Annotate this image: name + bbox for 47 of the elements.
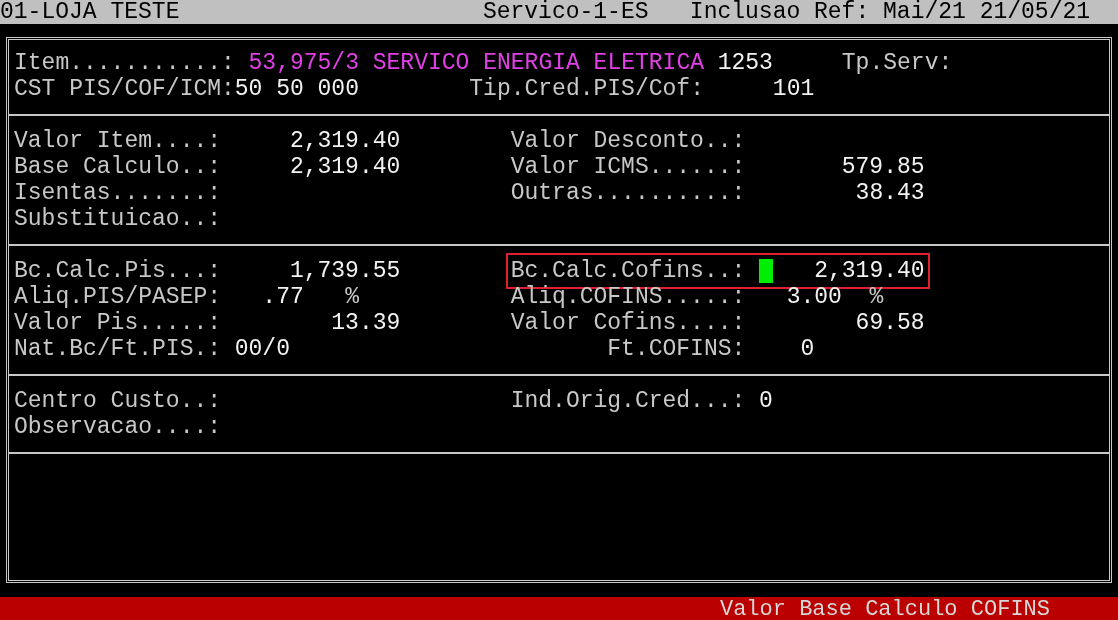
field-value: .77 [262,284,304,310]
unit-label: % [869,284,884,310]
field-label: Ft.COFINS: [607,336,746,362]
mode-label: Inclusao [689,0,801,24]
item-code: 1253 [717,50,773,76]
field-label: Aliq.PIS/PASEP: [14,284,221,310]
field-label: Base Calculo..: [14,154,221,180]
field-value: 00/0 [234,336,290,362]
field-label: Valor Item....: [14,128,221,154]
field-value: 13.39 [331,310,401,336]
unit-label: % [345,284,359,310]
field-label: Bc.Calc.Pis...: [14,258,221,284]
field-value: 1,739.55 [289,258,401,284]
text-cursor [759,259,773,283]
field-value: 2,319.40 [289,128,401,154]
field-label: Bc.Calc.Cofins..: [510,258,746,284]
field-label: Isentas.......: [14,180,221,206]
field-label: Aliq.COFINS.....: [510,284,746,310]
field-label: Valor Pis.....: [14,310,221,336]
field-value: 3.00 [786,284,842,310]
item-description: 53,975/3 SERVICO ENERGIA ELETRICA [248,50,705,76]
status-message: Valor Base Calculo COFINS [719,597,1050,620]
field-value: 38.43 [855,180,925,206]
field-label: Observacao....: [14,414,221,440]
field-label: Valor ICMS......: [510,154,746,180]
field-value: 0 [800,336,815,362]
company-name: 01-LOJA TESTE [0,0,180,24]
field-label: Outras..........: [510,180,746,206]
field-value: 0 [759,388,773,414]
screen-name: Servico-1-ES [482,0,649,24]
field-value: 50 50 000 [234,76,359,102]
field-label: Valor Cofins....: [510,310,746,336]
field-label: Valor Desconto..: [510,128,746,154]
field-label: Substituicao..: [14,206,221,232]
reference-date: Ref: Mai/21 21/05/21 [814,0,1090,24]
field-value: 69.58 [855,310,925,336]
field-value: 579.85 [841,154,925,180]
field-label: Item...........: [14,50,235,76]
field-label: Tp.Serv: [841,50,953,76]
field-label: CST PIS/COF/ICM: [14,76,235,102]
input-field[interactable]: 2,319.40 [814,258,925,284]
field-label: Nat.Bc/Ft.PIS.: [14,336,221,362]
field-label: Centro Custo..: [14,388,221,414]
field-value: 101 [772,76,815,102]
field-value: 2,319.40 [289,154,401,180]
field-label: Tip.Cred.PIS/Cof: [469,76,704,102]
field-label: Ind.Orig.Cred...: [510,388,746,414]
